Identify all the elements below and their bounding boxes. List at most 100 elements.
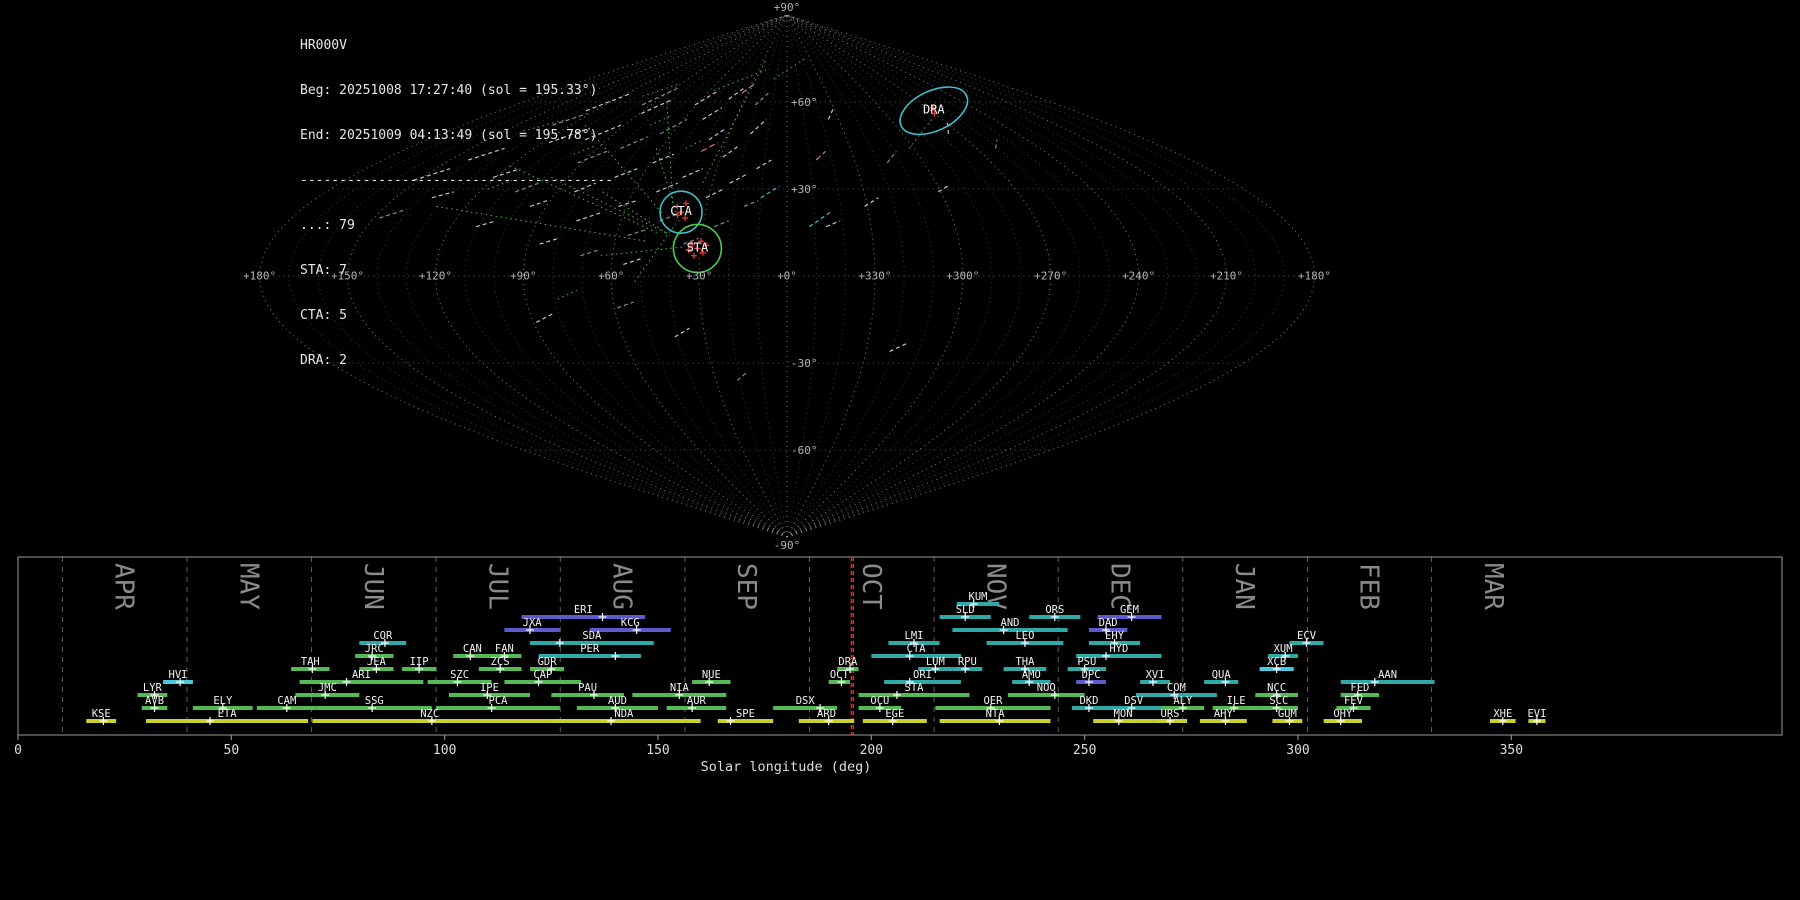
shower-bar-nzc: NZC [312,708,548,725]
radiant-circle-sta: STA [672,223,723,274]
shower-bar-iip: IIP [402,656,437,673]
activity-timeline-plot: APR MAY JUN JUL AUG SEP OCT NOV DEC JAN FEB MARKUME… [14,556,1783,775]
shower-code-label: AMO [1022,669,1041,681]
shower-bar-ohy: OHY [1323,708,1362,725]
shower-bar-mon: MON [1093,708,1153,725]
shower-code-label: DKD [1079,695,1098,707]
shower-code-label: DPC [1082,669,1101,681]
shower-code-label: JMC [318,682,337,694]
count-cta: CTA: 5 [300,308,347,323]
longitude-label: +240° [1122,270,1155,283]
shower-code-label: IPE [480,682,499,694]
shower-bar-kcg: KCG [589,617,671,634]
x-tick-label: 100 [433,743,456,758]
shower-code-label: COM [1167,682,1186,694]
shower-bar-eta: ETA [146,708,309,725]
shower-code-label: LMI [905,630,924,642]
longitude-label: +330° [858,270,891,283]
shower-code-label: CAN [463,643,482,655]
shower-code-label: ZCS [491,656,510,668]
shower-bar-aur: AUR [666,695,727,712]
begin-time: Beg: 20251008 17:27:40 (sol = 195.33°) [300,83,598,98]
current-sol-marker [850,557,855,735]
shower-code-label: DRA [838,656,858,668]
shower-code-label: EVI [1527,708,1546,720]
x-tick-label: 200 [860,743,883,758]
shower-code-label: OER [983,695,1003,707]
month-label: DEC [1105,563,1135,610]
shower-bar-tah: TAH [291,656,330,673]
shower-code-label: SPE [736,708,755,720]
shower-code-label: KSE [92,708,111,720]
shower-code-label: DSV [1124,695,1144,707]
radiant-circle-cta: CTA [659,190,703,234]
shower-code-label: GUM [1278,708,1297,720]
longitude-label: +180° [1298,270,1331,283]
shower-bar-zcs: ZCS [478,656,522,673]
month-label: FEB [1354,563,1384,610]
latitude-label: +30° [791,183,818,196]
shower-bar-dkd: DKD [1071,695,1106,712]
shower-code-label: XHE [1493,708,1512,720]
shower-code-label: PCA [489,695,509,707]
radiant-label: CTA [670,204,692,218]
month-label: JUL [482,563,512,610]
shower-bar-spe: SPE [717,708,774,725]
shower-code-label: OCU [870,695,889,707]
latitude-label: -90° [774,539,801,552]
shower-bar-kse: KSE [86,708,117,725]
shower-code-label: FAN [495,643,514,655]
shower-bar-can: CAN [453,643,492,660]
shower-code-label: OCT [830,669,850,681]
shower-bar-xvi: XVI [1140,669,1170,686]
separator-line: ---------------------------------------- [300,173,614,188]
shower-code-label: NDA [614,708,634,720]
shower-code-label: AHY [1214,708,1234,720]
shower-code-label: ILE [1227,695,1246,707]
shower-code-label: CAP [533,669,552,681]
shower-code-label: ORI [913,669,932,681]
shower-code-label: RPU [958,656,977,668]
month-label: OCT [856,563,886,610]
x-tick-label: 50 [224,743,240,758]
shower-bar-nue: NUE [692,669,731,686]
shower-code-label: ERI [574,604,593,616]
shower-code-label: IIP [410,656,429,668]
shower-code-label: GEM [1120,604,1139,616]
shower-code-label: PSU [1077,656,1096,668]
longitude-label: +270° [1034,270,1067,283]
month-label: APR [109,563,139,610]
shower-code-label: ORS [1045,604,1064,616]
shower-code-label: OHY [1333,708,1353,720]
shower-code-label: PER [580,643,600,655]
month-label: MAR [1478,563,1508,610]
shower-code-label: AVB [145,695,164,707]
shower-code-label: AND [1001,617,1020,629]
longitude-label: +30° [686,270,713,283]
x-axis: 0 50 100 150 200 250 300 350 Solar longitude (de… [14,735,1523,775]
shower-code-label: FED [1350,682,1369,694]
shower-code-label: TAH [301,656,320,668]
shower-code-label: XCB [1267,656,1286,668]
shower-code-label: STA [905,682,925,694]
x-axis-title: Solar longitude (deg) [701,759,872,775]
shower-code-label: URS [1161,708,1180,720]
longitude-label: +180° [243,270,276,283]
count-sporadic: ...: 79 [300,218,355,233]
shower-code-label: SLD [956,604,975,616]
shower-code-label: KUM [969,591,988,603]
shower-code-label: CTA [907,643,927,655]
latitude-label: -30° [791,357,818,370]
month-label: AUG [607,563,637,610]
shower-code-label: NTA [986,708,1006,720]
longitude-label: +210° [1210,270,1243,283]
shower-code-label: LUM [926,656,945,668]
shower-code-label: ARD [817,708,836,720]
longitude-label: +300° [946,270,979,283]
shower-code-label: AAN [1378,669,1397,681]
shower-bar-ors: ORS [1029,604,1081,621]
end-time: End: 20251009 04:13:49 (sol = 195.78°) [300,128,598,143]
shower-bar-cam: CAM [256,695,317,712]
shower-code-label: EGE [885,708,904,720]
shower-code-label: JEA [367,656,387,668]
